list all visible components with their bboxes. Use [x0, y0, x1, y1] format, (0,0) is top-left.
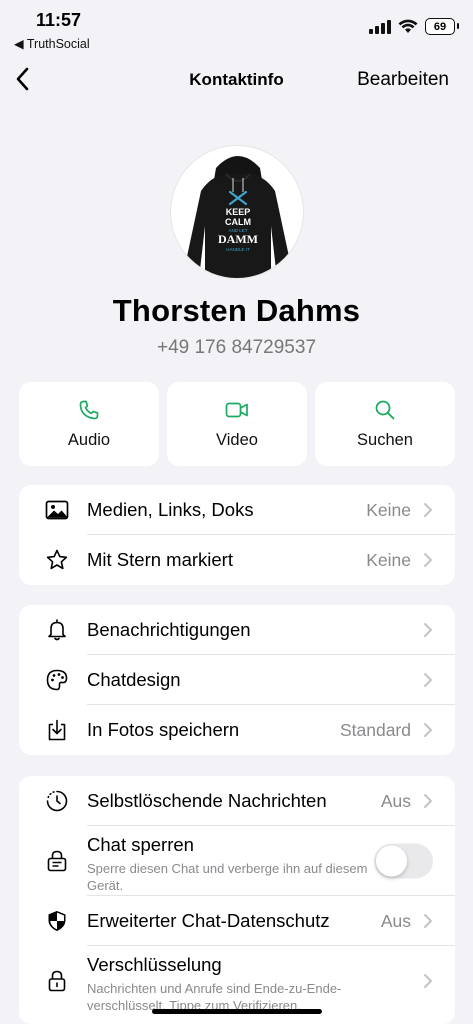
edit-button[interactable]: Bearbeiten: [357, 69, 449, 91]
notifications-row[interactable]: Benachrichtigungen: [19, 605, 455, 655]
advanced-privacy-row-value: Aus: [380, 910, 411, 931]
starred-row-title: Mit Stern markiert: [87, 549, 233, 570]
timer-icon: [45, 789, 69, 813]
contact-phone: +49 176 84729537: [156, 337, 317, 358]
media-links-docs-row[interactable]: Medien, Links, Doks Keine: [19, 485, 455, 535]
search-label: Suchen: [357, 431, 413, 449]
disappearing-row-value: Aus: [380, 790, 411, 811]
chevron-right-icon: [424, 553, 432, 567]
search-icon: [375, 400, 395, 420]
chevron-right-icon: [424, 503, 432, 517]
lock-chat-row-title: Chat sperren: [87, 834, 194, 855]
hoodie-image: KEEP CALM AND LET DAMM HANDLE IT: [185, 156, 291, 278]
lock-chat-toggle[interactable]: [374, 843, 433, 879]
lock-chat-row: Chat sperren Sperre diesen Chat und verb…: [19, 826, 455, 896]
media-row-value: Keine: [366, 499, 411, 520]
image-icon: [45, 498, 69, 522]
star-icon: [45, 548, 69, 572]
battery-level: 69: [425, 18, 455, 35]
starred-row-value: Keine: [366, 549, 411, 570]
quick-actions: Audio Video Suchen: [19, 382, 455, 466]
chevron-right-icon: [424, 914, 432, 928]
chat-design-row-title: Chatdesign: [87, 669, 181, 690]
lock-icon: [45, 969, 69, 993]
download-icon: [45, 718, 69, 742]
disappearing-messages-row[interactable]: Selbstlöschende Nachrichten Aus: [19, 776, 455, 826]
contact-name: Thorsten Dahms: [112, 293, 361, 328]
signal-icon: [369, 19, 391, 34]
notifications-row-title: Benachrichtigungen: [87, 619, 251, 640]
status-time: 11:57: [36, 10, 82, 30]
shirt-text-calm: CALM: [225, 217, 251, 227]
video-call-button[interactable]: Video: [167, 382, 307, 466]
disappearing-row-title: Selbstlöschende Nachrichten: [87, 790, 327, 811]
avatar[interactable]: KEEP CALM AND LET DAMM HANDLE IT: [170, 145, 304, 279]
toggle-knob: [376, 845, 407, 877]
chat-design-row[interactable]: Chatdesign: [19, 655, 455, 705]
chevron-right-icon: [424, 623, 432, 637]
battery-indicator: 69: [425, 18, 459, 35]
settings-group: Benachrichtigungen Chatdesign In Fotos s…: [19, 605, 455, 755]
shirt-text-damm: DAMM: [218, 232, 258, 246]
shield-icon: [45, 909, 69, 933]
encryption-row-title: Verschlüsselung: [87, 954, 222, 975]
bell-icon: [45, 618, 69, 642]
contact-info-screen: 11:57 ◀ TruthSocial 69 Kontaktinfo Bearb…: [0, 0, 473, 1024]
palette-icon: [45, 668, 69, 692]
encryption-row[interactable]: Verschlüsselung Nachrichten und Anrufe s…: [19, 946, 455, 1016]
save-to-photos-row-title: In Fotos speichern: [87, 719, 240, 740]
starred-row[interactable]: Mit Stern markiert Keine: [19, 535, 455, 585]
media-row-title: Medien, Links, Doks: [87, 499, 254, 520]
search-button[interactable]: Suchen: [315, 382, 455, 466]
audio-call-button[interactable]: Audio: [19, 382, 159, 466]
shirt-text-handle-it: HANDLE IT: [226, 247, 250, 252]
media-group: Medien, Links, Doks Keine Mit Stern mark…: [19, 485, 455, 585]
chevron-right-icon: [424, 794, 432, 808]
lock-chat-icon: [45, 849, 69, 873]
privacy-group: Selbstlöschende Nachrichten Aus Chat spe…: [19, 776, 455, 1024]
wifi-icon: [398, 19, 418, 33]
video-label: Video: [216, 431, 258, 449]
audio-label: Audio: [67, 431, 111, 449]
phone-icon: [79, 400, 99, 420]
advanced-privacy-row[interactable]: Erweiterter Chat-Datenschutz Aus: [19, 896, 455, 946]
video-icon: [225, 402, 248, 418]
save-to-photos-row-value: Standard: [339, 719, 411, 740]
back-to-app-link[interactable]: ◀ TruthSocial: [14, 36, 90, 51]
status-icons: 69: [369, 18, 459, 35]
chevron-right-icon: [424, 974, 432, 988]
advanced-privacy-row-title: Erweiterter Chat-Datenschutz: [87, 910, 330, 931]
save-to-photos-row[interactable]: In Fotos speichern Standard: [19, 705, 455, 755]
shirt-text-keep: KEEP: [226, 207, 251, 217]
chevron-right-icon: [424, 723, 432, 737]
chevron-right-icon: [424, 673, 432, 687]
home-indicator[interactable]: [152, 1009, 322, 1014]
lock-chat-row-subtitle: Sperre diesen Chat und verberge ihn auf …: [87, 861, 368, 893]
